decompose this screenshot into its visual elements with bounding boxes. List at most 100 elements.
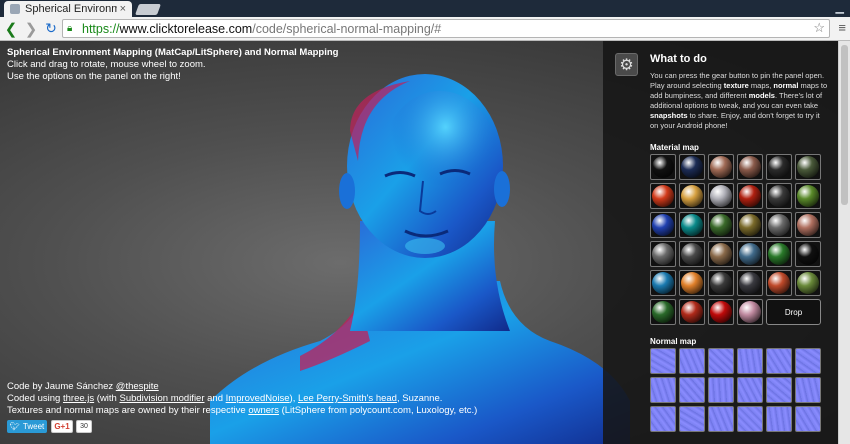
page-heading: Spherical Environment Mapping (MatCap/Li… <box>7 47 339 58</box>
material-swatch[interactable] <box>795 154 821 180</box>
material-swatch[interactable] <box>650 154 676 180</box>
material-sphere <box>797 272 819 294</box>
material-sphere <box>797 214 819 236</box>
material-swatch[interactable] <box>795 241 821 267</box>
intro-line-1: Click and drag to rotate, mouse wheel to… <box>7 59 206 70</box>
material-swatch[interactable] <box>679 299 705 325</box>
material-swatch[interactable] <box>737 183 763 209</box>
twitter-icon: 🐦︎ <box>9 422 20 431</box>
material-swatch[interactable] <box>679 212 705 238</box>
material-swatch[interactable] <box>708 270 734 296</box>
normal-map-swatch[interactable] <box>766 406 792 432</box>
menu-icon[interactable]: ≡ <box>838 20 846 35</box>
normal-map-swatch[interactable] <box>737 377 763 403</box>
material-swatch[interactable] <box>679 270 705 296</box>
reload-icon[interactable]: ↻ <box>42 19 60 39</box>
material-swatch[interactable] <box>708 183 734 209</box>
material-swatch[interactable] <box>766 241 792 267</box>
coded-using-text: Coded using <box>7 393 63 404</box>
material-swatch[interactable] <box>737 154 763 180</box>
normal-map-swatch[interactable] <box>737 348 763 374</box>
material-swatch[interactable] <box>650 212 676 238</box>
normal-map-swatch[interactable] <box>737 406 763 432</box>
material-sphere <box>652 156 674 178</box>
tweet-button[interactable]: 🐦︎ Tweet <box>7 420 47 433</box>
threejs-link[interactable]: three.js <box>63 393 94 404</box>
new-tab-button[interactable] <box>134 4 162 15</box>
material-swatch[interactable] <box>795 212 821 238</box>
material-swatch[interactable] <box>650 183 676 209</box>
normal-map-swatch[interactable] <box>650 348 676 374</box>
back-icon[interactable]: ❮ <box>2 19 20 39</box>
material-sphere <box>768 156 790 178</box>
drop-button[interactable]: Drop <box>766 299 821 325</box>
owners-link[interactable]: owners <box>248 405 279 416</box>
webgl-viewport[interactable]: Spherical Environment Mapping (MatCap/Li… <box>0 41 850 444</box>
material-sphere <box>710 272 732 294</box>
normal-grid <box>650 348 821 432</box>
material-swatch[interactable] <box>795 270 821 296</box>
separator-text: ), <box>289 393 298 404</box>
credits: Code by Jaume Sánchez @thespite Coded us… <box>7 381 477 417</box>
subdivision-link[interactable]: Subdivision modifier <box>119 393 204 404</box>
scrollbar[interactable] <box>838 41 850 444</box>
normal-map-swatch[interactable] <box>650 377 676 403</box>
improved-noise-link[interactable]: ImprovedNoise <box>226 393 290 404</box>
material-swatch[interactable] <box>679 154 705 180</box>
gplus-button[interactable]: G+1 <box>51 420 73 433</box>
normal-map-swatch[interactable] <box>679 406 705 432</box>
material-swatch[interactable] <box>766 154 792 180</box>
material-swatch[interactable] <box>766 183 792 209</box>
material-sphere <box>681 301 703 323</box>
star-icon[interactable]: ☆ <box>813 20 825 36</box>
material-sphere <box>768 185 790 207</box>
desc-bold: models <box>748 91 775 100</box>
normal-map-swatch[interactable] <box>708 377 734 403</box>
material-swatch[interactable] <box>708 154 734 180</box>
address-bar[interactable]: 🔒︎ https:// www.clicktorelease.com /code… <box>62 19 830 38</box>
material-swatch[interactable] <box>708 299 734 325</box>
material-sphere <box>739 301 761 323</box>
material-sphere <box>652 185 674 207</box>
forward-icon[interactable]: ❯ <box>22 19 40 39</box>
normal-map-swatch[interactable] <box>795 406 821 432</box>
normal-map-swatch[interactable] <box>708 406 734 432</box>
material-swatch[interactable] <box>679 183 705 209</box>
close-icon[interactable]: × <box>120 3 126 15</box>
normal-map-swatch[interactable] <box>650 406 676 432</box>
user-icon[interactable]: ▁ <box>836 1 844 14</box>
thespite-link[interactable]: @thespite <box>116 381 159 392</box>
normal-map-swatch[interactable] <box>766 377 792 403</box>
browser-tab[interactable]: Spherical Environme × <box>4 1 132 17</box>
lee-perry-link[interactable]: Lee Perry-Smith's head <box>298 393 397 404</box>
normal-map-swatch[interactable] <box>795 348 821 374</box>
textures-text: Textures and normal maps are owned by th… <box>7 405 249 416</box>
normal-map-swatch[interactable] <box>795 377 821 403</box>
material-swatch[interactable] <box>679 241 705 267</box>
material-swatch[interactable] <box>708 212 734 238</box>
material-sphere <box>739 243 761 265</box>
normal-map-swatch[interactable] <box>708 348 734 374</box>
suzanne-text: , Suzanne. <box>396 393 443 404</box>
material-swatch[interactable] <box>650 270 676 296</box>
normal-map-swatch[interactable] <box>766 348 792 374</box>
material-sphere <box>710 214 732 236</box>
normal-map-swatch[interactable] <box>679 377 705 403</box>
material-swatch[interactable] <box>737 212 763 238</box>
gear-icon[interactable]: ⚙ <box>615 53 638 76</box>
material-swatch[interactable] <box>650 299 676 325</box>
material-swatch[interactable] <box>650 241 676 267</box>
desc-bold: snapshots <box>650 111 688 120</box>
material-swatch[interactable] <box>737 270 763 296</box>
material-swatch[interactable] <box>737 299 763 325</box>
material-swatch[interactable] <box>766 270 792 296</box>
normal-map-swatch[interactable] <box>679 348 705 374</box>
material-sphere <box>681 243 703 265</box>
material-swatch[interactable] <box>708 241 734 267</box>
scrollbar-thumb[interactable] <box>841 45 848 205</box>
url-path: /code/spherical-normal-mapping/# <box>252 21 442 36</box>
material-swatch[interactable] <box>766 212 792 238</box>
material-swatch[interactable] <box>795 183 821 209</box>
with-text: (with <box>94 393 120 404</box>
material-swatch[interactable] <box>737 241 763 267</box>
